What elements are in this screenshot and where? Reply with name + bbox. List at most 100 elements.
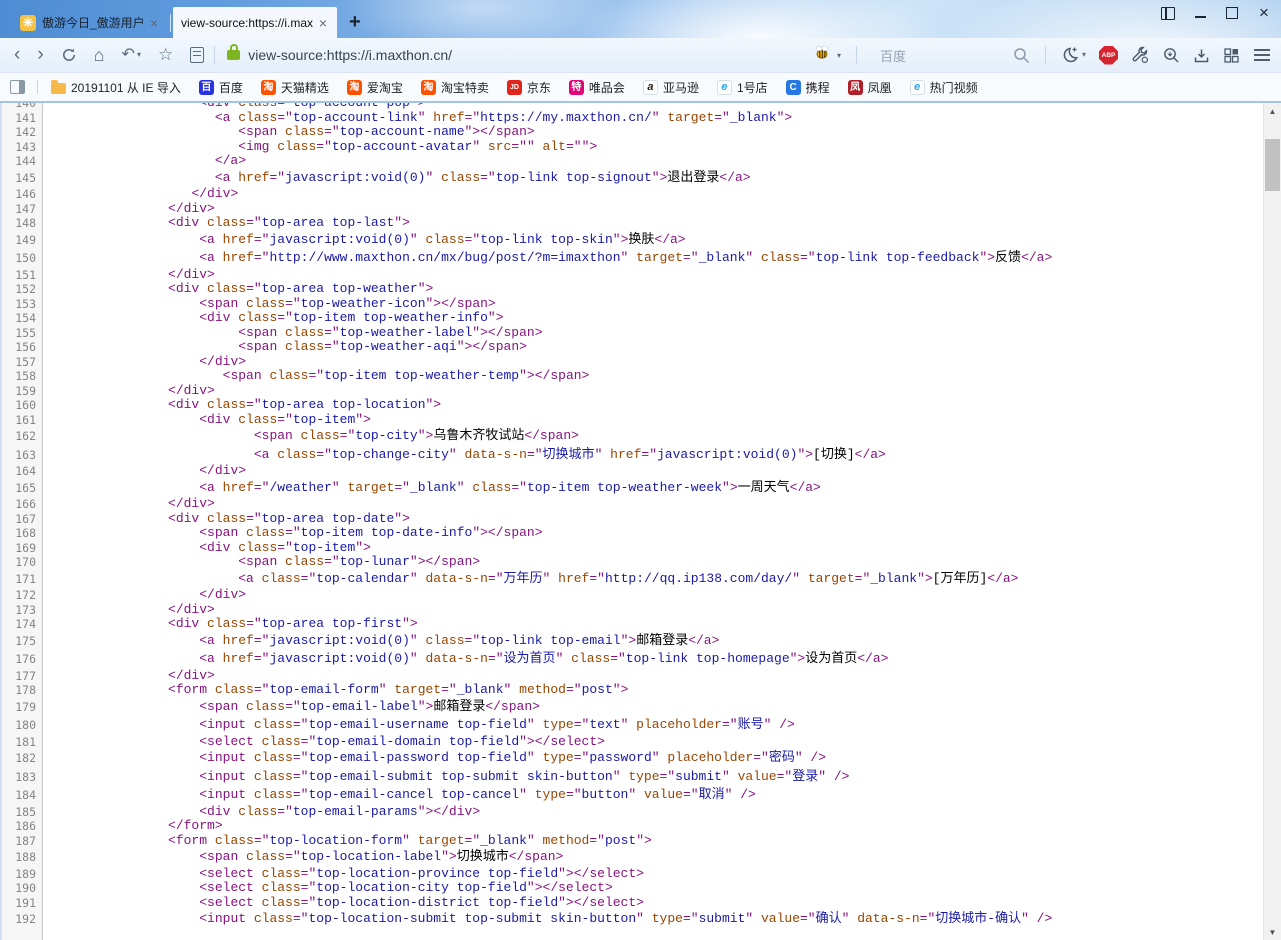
- line-number: 174: [2, 617, 43, 632]
- bookmark-folder[interactable]: 20191101 从 IE 导入: [51, 79, 181, 96]
- resource-sniffer-icon[interactable]: [1162, 46, 1180, 64]
- bookmark-item[interactable]: a亚马逊: [643, 79, 699, 96]
- source-line: 169 <div class="top-item">: [2, 541, 1264, 556]
- maximize-button[interactable]: [1225, 6, 1239, 20]
- source-line-text: <span class="top-location-label">切换城市</s…: [43, 848, 563, 867]
- notes-icon[interactable]: [190, 47, 204, 63]
- source-line-text: <input class="top-email-password top-fie…: [43, 749, 826, 768]
- tab-maxthon-today[interactable]: ✳ 傲游今日_傲游用户专属的网 ×: [12, 7, 168, 38]
- line-number: 158: [2, 369, 43, 384]
- url-text[interactable]: view-source:https://i.maxthon.cn/: [248, 47, 452, 63]
- search-icon[interactable]: [1013, 47, 1030, 64]
- bookmark-item[interactable]: 淘天猫精选: [261, 79, 329, 96]
- source-line-text: <div class="top-item">: [43, 413, 371, 428]
- line-number: 190: [2, 881, 43, 896]
- bookmark-label: 热门视频: [930, 79, 978, 96]
- adblock-plus-icon[interactable]: ABP: [1099, 46, 1118, 65]
- bookmark-item[interactable]: e 1号店: [717, 79, 768, 96]
- source-line: 163 <a class="top-change-city" data-s-n=…: [2, 446, 1264, 465]
- line-number: 166: [2, 497, 43, 512]
- source-line-text: <input class="top-email-cancel top-cance…: [43, 786, 756, 805]
- line-number: 163: [2, 446, 43, 465]
- source-line: 192 <input class="top-location-submit to…: [2, 910, 1264, 929]
- line-number: 192: [2, 910, 43, 929]
- bookmark-label: 1号店: [737, 79, 768, 96]
- tab-title: view-source:https://i.maxtho: [181, 16, 313, 30]
- source-line-text: <span class="top-email-label">邮箱登录</span…: [43, 698, 540, 717]
- line-number: 157: [2, 355, 43, 370]
- line-number: 141: [2, 111, 43, 126]
- line-number: 175: [2, 632, 43, 651]
- undo-icon[interactable]: ↶▾: [122, 47, 141, 63]
- forward-icon[interactable]: ›: [37, 47, 43, 63]
- minimize-button[interactable]: [1193, 6, 1207, 20]
- bookmark-favicon-icon: e: [717, 80, 732, 95]
- source-line-text: <select class="top-email-domain top-fiel…: [43, 735, 605, 750]
- tab-close-icon[interactable]: ×: [148, 17, 160, 29]
- title-bar: ✳ 傲游今日_傲游用户专属的网 × view-source:https://i.…: [0, 0, 1281, 38]
- tab-view-source[interactable]: view-source:https://i.maxtho ×: [173, 7, 337, 38]
- favorites-star-icon[interactable]: ☆: [158, 47, 173, 63]
- source-line-text: <span class="top-item top-date-info"></s…: [43, 526, 543, 541]
- source-line-text: <a class="top-calendar" data-s-n="万年历" h…: [43, 570, 1019, 589]
- tab-close-icon[interactable]: ×: [317, 17, 329, 29]
- bookmark-item[interactable]: C携程: [786, 79, 830, 96]
- bookmark-label: 天猫精选: [281, 79, 329, 96]
- line-number: 146: [2, 187, 43, 202]
- close-window-button[interactable]: ×: [1257, 6, 1271, 20]
- line-number: 159: [2, 384, 43, 399]
- bookmark-item[interactable]: 凤凤凰: [848, 79, 892, 96]
- line-number: 171: [2, 570, 43, 589]
- source-line: 185 <div class="top-email-params"></div>: [2, 805, 1264, 820]
- sidebar-toggle-icon[interactable]: [10, 80, 25, 94]
- bookmark-favicon-icon: 凤: [848, 80, 863, 95]
- bookmark-label: 京东: [527, 79, 551, 96]
- source-line-text: <span class="top-weather-icon"></span>: [43, 297, 496, 312]
- secure-lock-icon[interactable]: [227, 50, 240, 60]
- line-number: 169: [2, 541, 43, 556]
- line-number: 147: [2, 202, 43, 217]
- source-line-text: <input class="top-location-submit top-su…: [43, 910, 1052, 929]
- menu-hamburger-icon[interactable]: [1253, 48, 1271, 62]
- scroll-down-icon[interactable]: ▼: [1264, 924, 1281, 940]
- source-line: 166 </div>: [2, 497, 1264, 512]
- bookmark-item[interactable]: e热门视频: [910, 79, 978, 96]
- tools-wrench-icon[interactable]: [1131, 46, 1149, 64]
- source-line: 180 <input class="top-email-username top…: [2, 716, 1264, 735]
- layout-panel-icon[interactable]: [1161, 6, 1175, 20]
- source-line: 181 <select class="top-email-domain top-…: [2, 735, 1264, 750]
- download-icon[interactable]: [1193, 47, 1210, 64]
- source-code-area: 140 <div class="top-account-pop">141 <a …: [2, 103, 1264, 940]
- vertical-scrollbar[interactable]: ▲ ▼: [1263, 103, 1281, 940]
- bookmark-item[interactable]: 百百度: [199, 79, 243, 96]
- refresh-icon[interactable]: [61, 47, 77, 63]
- search-input[interactable]: 百度: [880, 46, 1000, 65]
- bookmark-item[interactable]: 特唯品会: [569, 79, 625, 96]
- search-engine-selector[interactable]: ▾: [813, 45, 841, 65]
- source-line: 153 <span class="top-weather-icon"></spa…: [2, 297, 1264, 312]
- back-icon[interactable]: ‹: [14, 47, 20, 63]
- line-number: 185: [2, 805, 43, 820]
- new-tab-button[interactable]: +: [349, 10, 361, 34]
- home-icon[interactable]: ⌂: [94, 47, 105, 63]
- source-line-text: <span class="top-account-name"></span>: [43, 125, 535, 140]
- source-line-text: <div class="top-area top-weather">: [43, 282, 433, 297]
- source-line: 160 <div class="top-area top-location">: [2, 398, 1264, 413]
- bookmark-item[interactable]: JD京东: [507, 79, 551, 96]
- source-line-text: <div class="top-area top-date">: [43, 512, 410, 527]
- source-line-text: <a class="top-account-link" href="https:…: [43, 111, 792, 126]
- scrollbar-thumb[interactable]: [1265, 139, 1280, 191]
- bookmark-item[interactable]: 淘淘宝特卖: [421, 79, 489, 96]
- apps-grid-icon[interactable]: [1223, 47, 1240, 64]
- divider: [214, 46, 215, 64]
- bookmark-favicon-icon: C: [786, 80, 801, 95]
- address-box[interactable]: view-source:https://i.maxthon.cn/: [227, 47, 452, 63]
- line-number: 162: [2, 427, 43, 446]
- source-line: 178 <form class="top-email-form" target=…: [2, 683, 1264, 698]
- scroll-up-icon[interactable]: ▲: [1264, 103, 1281, 119]
- night-mode-icon[interactable]: ▾: [1061, 46, 1086, 64]
- bookmark-item[interactable]: 淘爱淘宝: [347, 79, 403, 96]
- source-line-text: </div>: [43, 588, 246, 603]
- source-line-text: <div class="top-email-params"></div>: [43, 805, 480, 820]
- line-number: 176: [2, 650, 43, 669]
